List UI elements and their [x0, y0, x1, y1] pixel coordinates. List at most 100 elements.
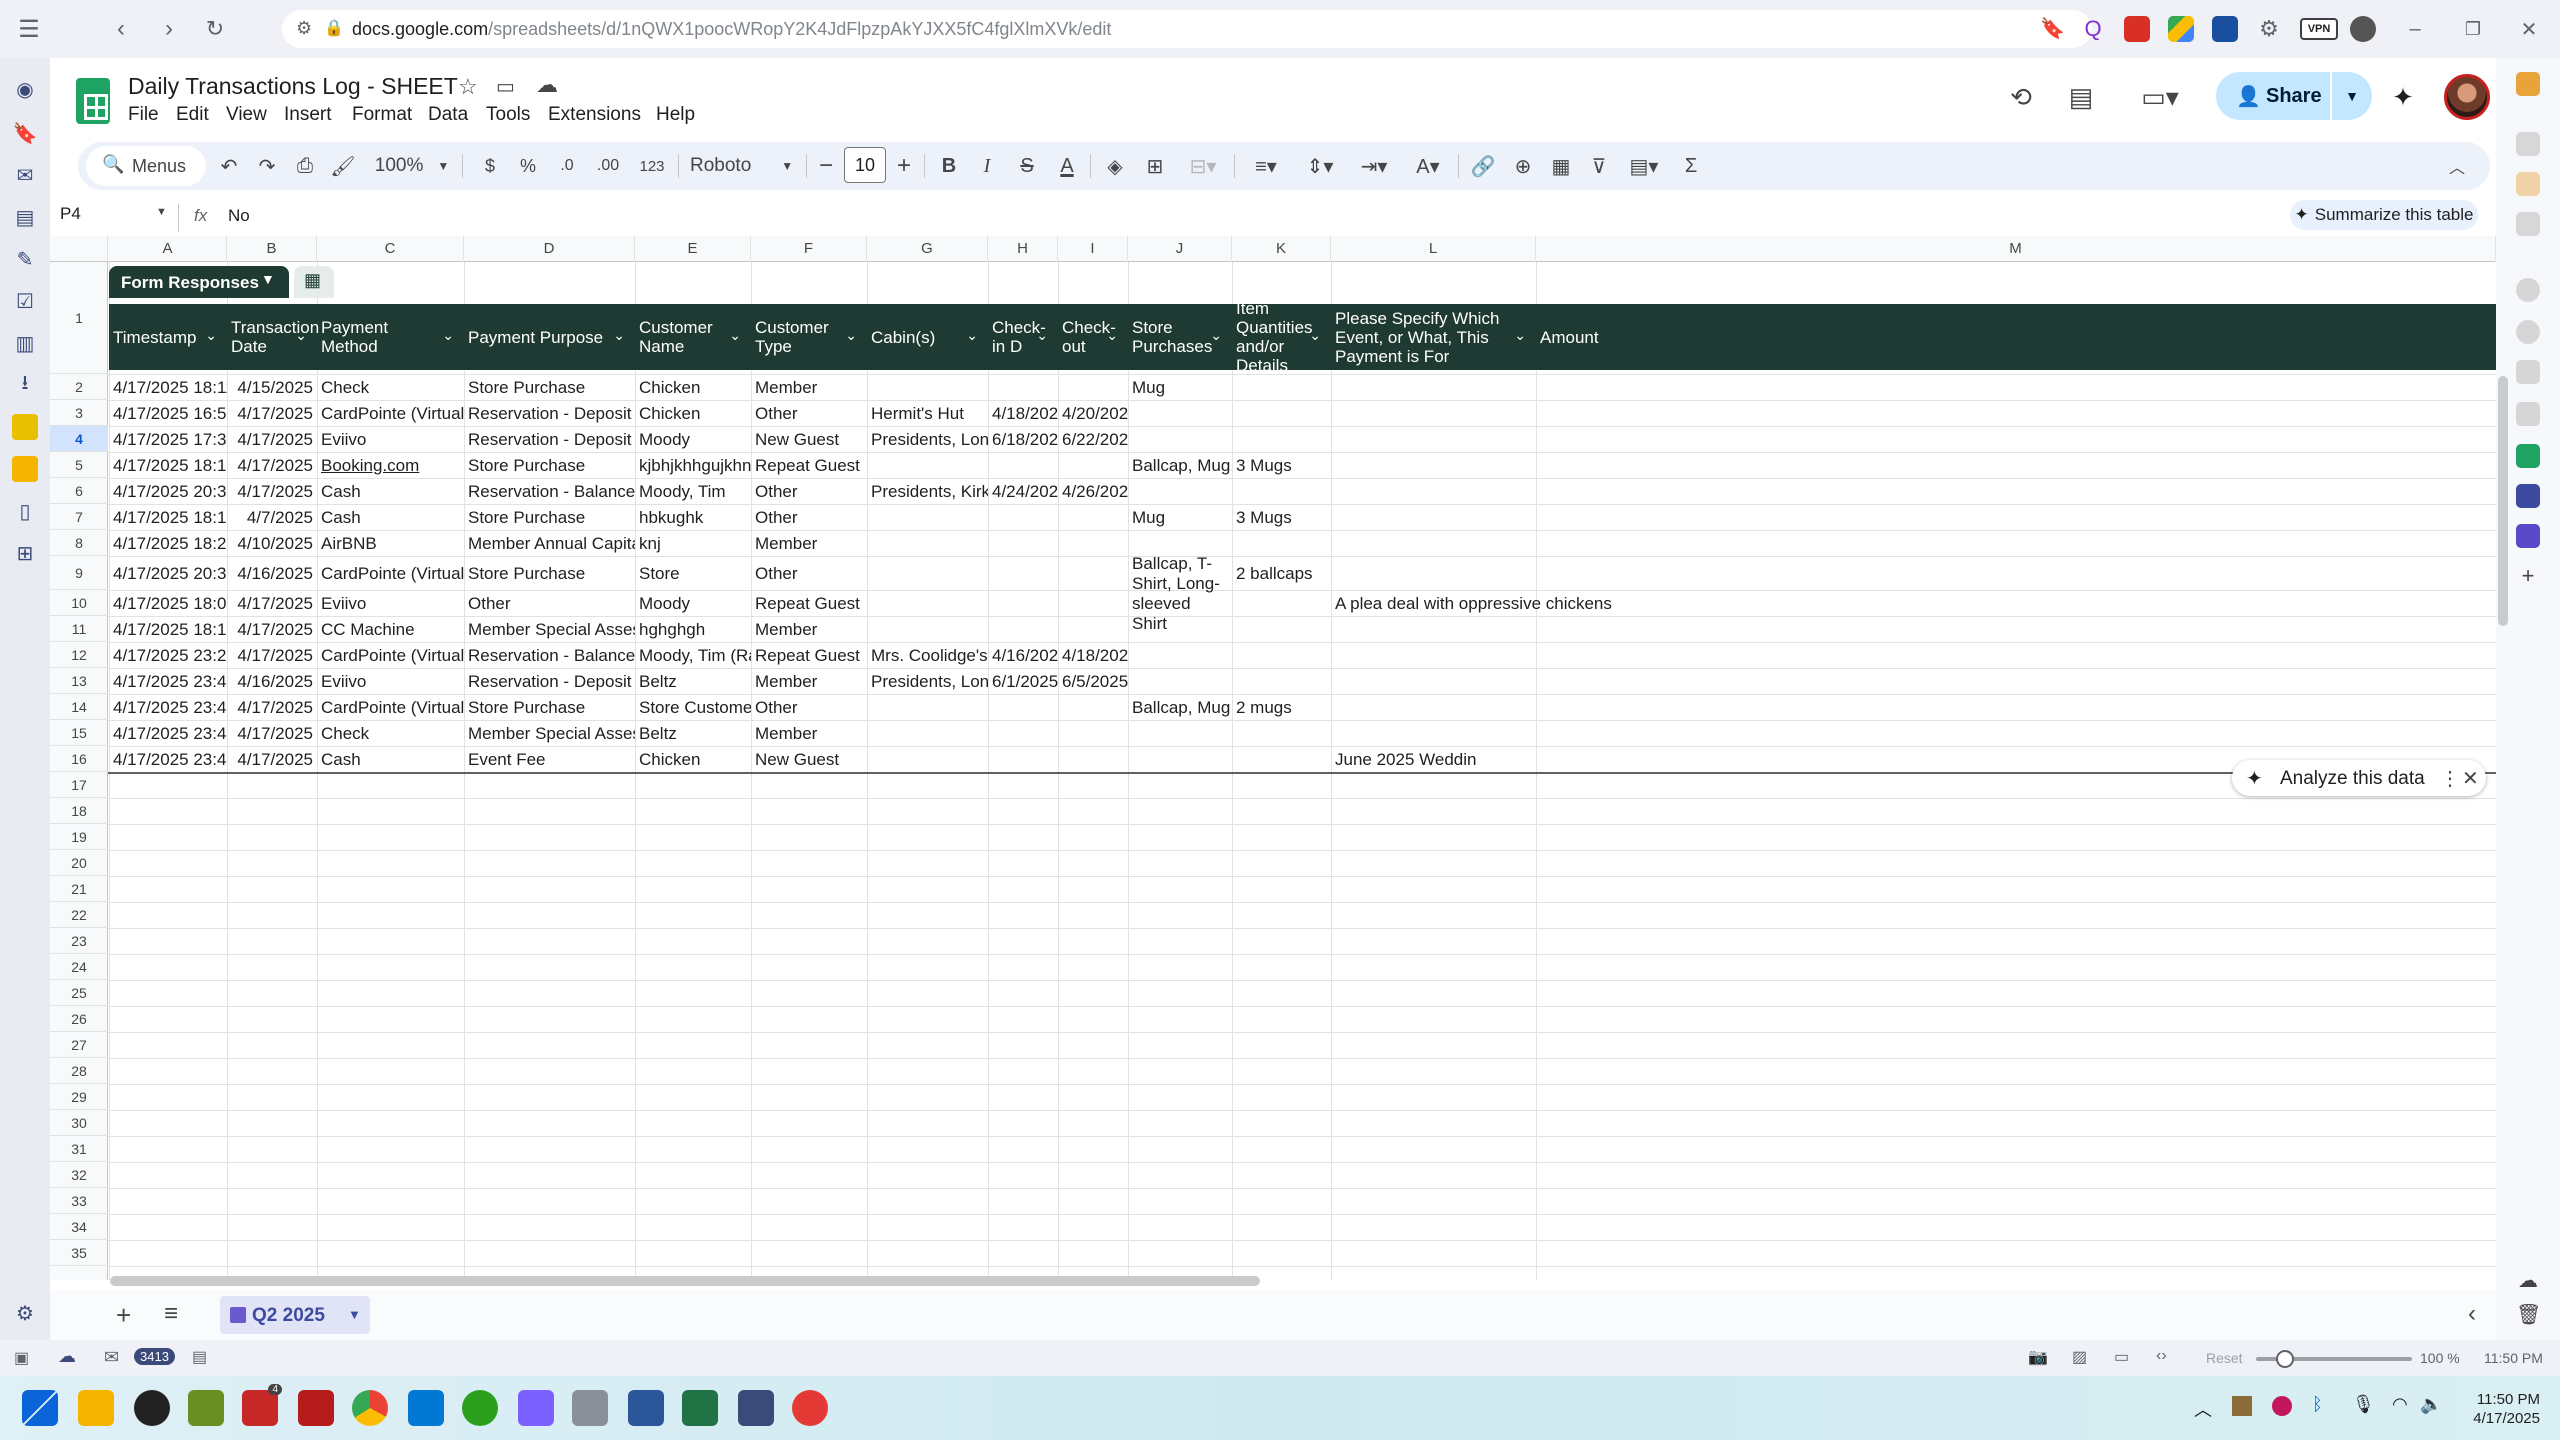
- table-cell[interactable]: 4/17/2025 18:12:34: [109, 507, 227, 528]
- mail-status-icon[interactable]: ✉: [104, 1347, 119, 1368]
- table-cell[interactable]: 4/18/2025: [1058, 645, 1128, 666]
- row-header[interactable]: 9: [50, 556, 108, 590]
- table-header-cell[interactable]: Amount: [1536, 304, 2496, 370]
- star-icon[interactable]: ☆: [458, 74, 478, 100]
- menu-insert[interactable]: Insert: [284, 104, 332, 126]
- table-cell[interactable]: 4/17/2025 18:13:47: [109, 455, 227, 476]
- table-options-icon[interactable]: ▦: [294, 266, 334, 298]
- table-cell[interactable]: Member: [751, 723, 867, 744]
- insert-chart-icon[interactable]: ▦: [1546, 150, 1576, 182]
- chevron-down-icon[interactable]: ⌄: [1309, 326, 1321, 345]
- comments-icon[interactable]: ▤: [2064, 80, 2098, 114]
- sheets-side-icon[interactable]: [2516, 444, 2540, 468]
- menu-format[interactable]: Format: [352, 104, 412, 126]
- side-app-icon[interactable]: [2516, 278, 2540, 302]
- forward-icon[interactable]: ›: [154, 14, 184, 44]
- table-cell[interactable]: Moody, Tim (Raudonis): [635, 645, 751, 666]
- menu-edit[interactable]: Edit: [176, 104, 209, 126]
- sheets-logo[interactable]: [76, 78, 110, 124]
- row-header[interactable]: 10: [50, 590, 108, 616]
- percent-button[interactable]: %: [514, 150, 542, 182]
- table-cell[interactable]: 4/10/2025: [227, 533, 317, 554]
- table-name-chip[interactable]: Form Responses ▼: [109, 266, 289, 298]
- table-cell[interactable]: Moody: [635, 593, 751, 614]
- table-cell[interactable]: Presidents, Longfellow: [867, 671, 988, 692]
- tray-app-icon[interactable]: [2232, 1396, 2252, 1416]
- google-drive-icon[interactable]: [2168, 16, 2194, 42]
- table-cell[interactable]: Repeat Guest: [751, 593, 867, 614]
- table-cell[interactable]: Repeat Guest: [751, 645, 867, 666]
- table-cell[interactable]: New Guest: [751, 429, 867, 450]
- table-cell[interactable]: 4/17/2025 23:40:26: [109, 671, 227, 692]
- menu-help[interactable]: Help: [656, 104, 695, 126]
- table-cell[interactable]: Store Purchase: [464, 507, 635, 528]
- row-header[interactable]: 23: [50, 928, 108, 954]
- row-header[interactable]: 21: [50, 876, 108, 902]
- browser-menu-icon[interactable]: ☰: [14, 14, 44, 44]
- table-cell[interactable]: Mug: [1128, 507, 1232, 528]
- increase-decimal-button[interactable]: .00: [590, 150, 626, 182]
- chevron-down-icon[interactable]: ⌄: [729, 326, 741, 345]
- row-header[interactable]: 28: [50, 1058, 108, 1084]
- code-icon[interactable]: ‹›: [2156, 1347, 2167, 1365]
- calendar-status-icon[interactable]: ▤: [192, 1347, 207, 1367]
- table-cell[interactable]: 4/17/2025 20:30:06: [109, 481, 227, 502]
- table-cell[interactable]: Check: [317, 723, 464, 744]
- row-header[interactable]: 27: [50, 1032, 108, 1058]
- site-settings-icon[interactable]: ⚙: [296, 18, 312, 39]
- increase-font-size-icon[interactable]: +: [892, 150, 916, 182]
- tray-app-icon[interactable]: [2272, 1396, 2292, 1416]
- table-cell[interactable]: 2 ballcaps: [1232, 563, 1331, 584]
- share-button[interactable]: 👤 Share: [2216, 72, 2330, 120]
- side-app-icon[interactable]: [2516, 360, 2540, 384]
- horizontal-align-icon[interactable]: ≡▾: [1244, 150, 1288, 182]
- extension-red-icon[interactable]: [2124, 16, 2150, 42]
- column-header[interactable]: I: [1058, 236, 1128, 262]
- menu-file[interactable]: File: [128, 104, 159, 126]
- vertical-scrollbar[interactable]: [2498, 376, 2508, 626]
- table-cell[interactable]: Chicken: [635, 749, 751, 770]
- table-cell[interactable]: CardPointe (Virtual Terminal): [317, 403, 464, 424]
- chevron-down-icon[interactable]: ⌄: [845, 326, 857, 345]
- avatar[interactable]: [2444, 74, 2490, 120]
- table-cell[interactable]: Presidents, Kirkwood: [867, 481, 988, 502]
- column-header[interactable]: C: [317, 236, 464, 262]
- table-cell[interactable]: Store Purchase: [464, 455, 635, 476]
- spreadsheet-grid[interactable]: ABCDEFGHIJKLM 1 2 3 4 5 6 7 8 9 10 11 12 13 14 15 16 17 1…: [50, 236, 2496, 1280]
- table-header-cell[interactable]: Cabin(s) ⌄: [867, 304, 988, 370]
- downloads-icon[interactable]: ⭳: [12, 372, 38, 398]
- table-cell[interactable]: knj: [635, 533, 751, 554]
- table-cell[interactable]: Cash: [317, 507, 464, 528]
- table-cell[interactable]: 4/16/2025: [227, 563, 317, 584]
- table-cell[interactable]: hbkughk: [635, 507, 751, 528]
- chevron-down-icon[interactable]: ⌄: [1514, 326, 1526, 345]
- column-header[interactable]: D: [464, 236, 635, 262]
- number-format-button[interactable]: 123: [634, 150, 670, 182]
- table-cell[interactable]: Cash: [317, 749, 464, 770]
- paint-format-icon[interactable]: 🖌: [328, 150, 358, 182]
- menu-extensions[interactable]: Extensions: [548, 104, 641, 126]
- table-cell[interactable]: Store Purchase: [464, 563, 635, 584]
- row-header[interactable]: 11: [50, 616, 108, 642]
- name-box[interactable]: P4 ▼: [60, 204, 170, 232]
- column-header[interactable]: H: [988, 236, 1058, 262]
- gemini-icon[interactable]: ✦: [2386, 80, 2420, 114]
- chevron-down-icon[interactable]: ⌄: [966, 326, 978, 345]
- vivaldi-icon[interactable]: [792, 1390, 828, 1426]
- row-header[interactable]: 1: [50, 262, 108, 374]
- reading-icon[interactable]: ▥: [12, 330, 38, 356]
- side-app-icon[interactable]: [2516, 172, 2540, 196]
- table-cell[interactable]: 3 Mugs: [1232, 455, 1331, 476]
- insert-link-icon[interactable]: 🔗: [1468, 150, 1498, 182]
- functions-button[interactable]: Σ: [1676, 150, 1706, 182]
- add-side-app-icon[interactable]: +: [2516, 564, 2540, 588]
- close-icon[interactable]: ✕: [2462, 766, 2479, 791]
- table-header-cell[interactable]: Timestamp ⌄: [109, 304, 227, 370]
- extension-q-icon[interactable]: Q: [2080, 16, 2106, 42]
- column-header[interactable]: J: [1128, 236, 1232, 262]
- table-cell[interactable]: Cash: [317, 481, 464, 502]
- decrease-decimal-button[interactable]: .0: [552, 150, 582, 182]
- row-header[interactable]: 17: [50, 772, 108, 798]
- system-clock[interactable]: 11:50 PM 4/17/2025: [2440, 1390, 2540, 1428]
- table-header-cell[interactable]: Check-in D ⌄: [988, 304, 1058, 370]
